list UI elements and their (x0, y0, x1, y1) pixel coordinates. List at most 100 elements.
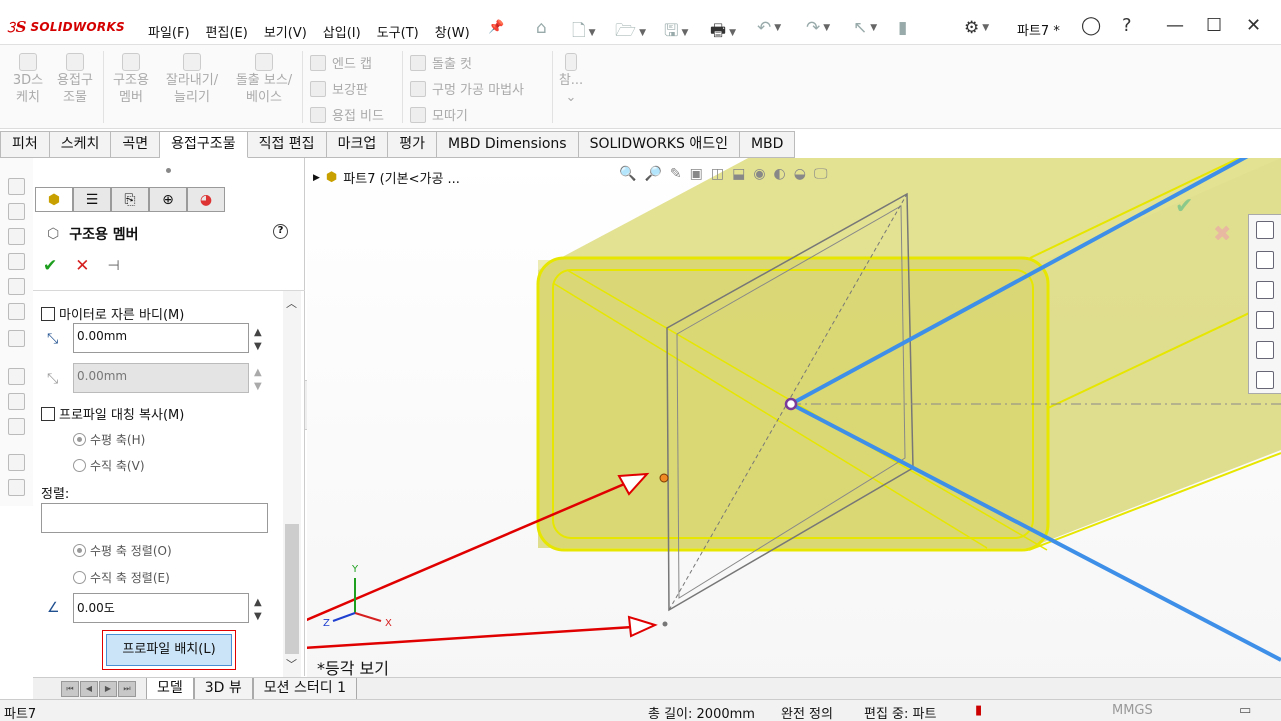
view-palette-icon[interactable] (1256, 311, 1274, 329)
end-cap-button[interactable]: 엔드 캡 (310, 53, 372, 72)
horizontal-axis-option[interactable]: 수평 축(H) (73, 431, 145, 448)
spin-up-icon[interactable]: ▲ (254, 596, 262, 609)
section-view-icon[interactable]: ▣ (690, 166, 703, 182)
appearances-icon[interactable] (1256, 341, 1274, 359)
hide-show-icon[interactable]: ◉ (753, 166, 765, 182)
tab-model[interactable]: 모델 (146, 677, 194, 700)
spin-up-icon[interactable]: ▲ (254, 326, 262, 339)
menu-file[interactable]: 파일(F) (140, 20, 198, 43)
feature-icon[interactable] (8, 393, 25, 410)
tab-evaluate[interactable]: 평가 (388, 131, 437, 158)
feature-icon[interactable] (8, 479, 25, 496)
tab-weldments[interactable]: 용접구조물 (160, 131, 248, 158)
feature-icon[interactable] (8, 454, 25, 471)
feature-icon[interactable] (8, 418, 25, 435)
view-settings-icon[interactable]: 🖵 (814, 166, 828, 182)
align-horizontal-radio[interactable] (73, 544, 86, 557)
feature-icon[interactable] (8, 178, 25, 195)
menu-view[interactable]: 보기(V) (256, 20, 315, 43)
scrollbar-thumb[interactable] (285, 524, 299, 654)
property-manager-tab[interactable]: ☰ (73, 187, 111, 212)
ok-checkmark-icon[interactable]: ✔ (43, 256, 57, 276)
zoom-to-fit-icon[interactable]: 🔍 (619, 166, 636, 182)
options-gear-icon[interactable]: ⚙ ▼ (964, 18, 989, 38)
horizontal-axis-radio[interactable] (73, 433, 86, 446)
save-icon[interactable]: 🖫 ▼ (664, 18, 688, 47)
reference-geometry-button[interactable]: 참... ⌄ (558, 53, 584, 106)
cancel-x-icon[interactable]: ✕ (75, 256, 89, 276)
structural-member-button[interactable]: 구조용 멤버 (108, 53, 154, 106)
next-tab-icon[interactable]: ▶ (99, 680, 117, 697)
tab-mbd-dimensions[interactable]: MBD Dimensions (436, 131, 579, 158)
scroll-up-icon[interactable]: ︿ (286, 295, 297, 311)
tab-sketch[interactable]: 스케치 (49, 131, 112, 158)
previous-tab-icon[interactable]: ◀ (80, 680, 98, 697)
hole-wizard-button[interactable]: 구멍 가공 마법사 (410, 79, 524, 98)
panel-scrollbar[interactable]: ︿ ﹀ (283, 291, 301, 677)
redo-icon[interactable]: ↷ ▼ (806, 18, 830, 38)
expand-arrow-icon[interactable]: ▶ (313, 173, 320, 183)
confirm-corner-ok-icon[interactable]: ✔ (1175, 194, 1193, 219)
rebuild-traffic-light-icon[interactable]: ▮ (975, 703, 982, 718)
feature-icon[interactable] (8, 253, 25, 270)
menu-tools[interactable]: 도구(T) (369, 20, 427, 43)
spin-down-icon[interactable]: ▼ (254, 340, 262, 353)
align-vertical-radio[interactable] (73, 571, 86, 584)
scene-icon[interactable]: ◒ (794, 166, 806, 182)
last-tab-icon[interactable]: ⏭ (118, 680, 136, 697)
status-units[interactable]: MMGS (1112, 703, 1153, 718)
weldment-button[interactable]: 용접구 조물 (52, 53, 98, 106)
pin-menu-icon[interactable]: 📌 (488, 20, 504, 35)
spin-down-icon[interactable]: ▼ (254, 610, 262, 623)
tab-surfaces[interactable]: 곡면 (111, 131, 161, 158)
help-icon[interactable]: ? (273, 224, 288, 239)
file-explorer-icon[interactable] (1256, 281, 1274, 299)
miter-trim-option[interactable]: 마이터로 자른 바디(M) (41, 304, 184, 323)
feature-manager-tab[interactable]: ⬢ (35, 187, 73, 212)
miter-trim-checkbox[interactable] (41, 306, 55, 321)
panel-grip[interactable] (166, 168, 171, 173)
dimxpert-tab[interactable]: ⊕ (149, 187, 187, 212)
new-document-icon[interactable]: 🗋 ▼ (572, 18, 596, 47)
design-library-icon[interactable] (1256, 251, 1274, 269)
pushpin-icon[interactable]: ⊣ (108, 258, 120, 274)
open-icon[interactable]: 🗁 ▼ (615, 18, 646, 47)
feature-tree-root[interactable]: ▶ ⬢ 파트7 (기본<가공 ... (313, 168, 460, 187)
tab-motion-study[interactable]: 모션 스터디 1 (252, 677, 358, 700)
feature-icon[interactable] (8, 228, 25, 245)
menu-edit[interactable]: 편집(E) (198, 20, 256, 43)
extruded-cut-button[interactable]: 돌출 컷 (410, 53, 472, 72)
feature-icon[interactable] (8, 368, 25, 385)
zoom-to-area-icon[interactable]: 🔎 (644, 166, 661, 182)
gap-g1-field[interactable]: 0.00mm (73, 323, 249, 353)
display-manager-tab[interactable]: ◕ (187, 187, 225, 212)
view-orientation-icon[interactable]: ◫ (711, 166, 724, 182)
extruded-boss-button[interactable]: 돌출 보스/ 베이스 (230, 53, 298, 106)
feature-icon[interactable] (8, 330, 25, 347)
solidworks-logo[interactable]: 𝟹S SOLIDWORKS (6, 18, 125, 36)
help-icon[interactable]: ? (1122, 15, 1132, 36)
profile-position-button[interactable]: 프로파일 배치(L) (106, 634, 232, 666)
vertical-axis-option[interactable]: 수직 축(V) (73, 457, 145, 474)
tab-direct-editing[interactable]: 직접 편집 (247, 131, 327, 158)
feature-icon[interactable] (8, 303, 25, 320)
previous-view-icon[interactable]: ✎ (670, 166, 682, 182)
gusset-button[interactable]: 보강판 (310, 79, 368, 98)
maximize-icon[interactable]: ☐ (1206, 15, 1222, 36)
menu-insert[interactable]: 삽입(I) (315, 20, 369, 43)
trim-extend-button[interactable]: 잘라내기/ 늘리기 (159, 53, 225, 106)
feature-icon[interactable] (8, 278, 25, 295)
rotation-angle-field[interactable]: 0.00도 (73, 593, 249, 623)
align-vertical-option[interactable]: 수직 축 정렬(E) (73, 569, 170, 586)
tab-features[interactable]: 피처 (0, 131, 50, 158)
undo-icon[interactable]: ↶ ▼ (757, 18, 781, 38)
minimize-icon[interactable]: — (1166, 15, 1184, 36)
align-reference-field[interactable] (41, 503, 268, 533)
select-icon[interactable]: ↖ ▼ (853, 18, 877, 38)
tab-3d-views[interactable]: 3D 뷰 (193, 677, 253, 700)
vertical-axis-radio[interactable] (73, 459, 86, 472)
align-horizontal-option[interactable]: 수평 축 정렬(O) (73, 542, 172, 559)
tab-solidworks-addins[interactable]: SOLIDWORKS 애드인 (578, 131, 740, 158)
tab-markup[interactable]: 마크업 (326, 131, 389, 158)
confirm-corner-cancel-icon[interactable]: ✖ (1213, 222, 1231, 247)
